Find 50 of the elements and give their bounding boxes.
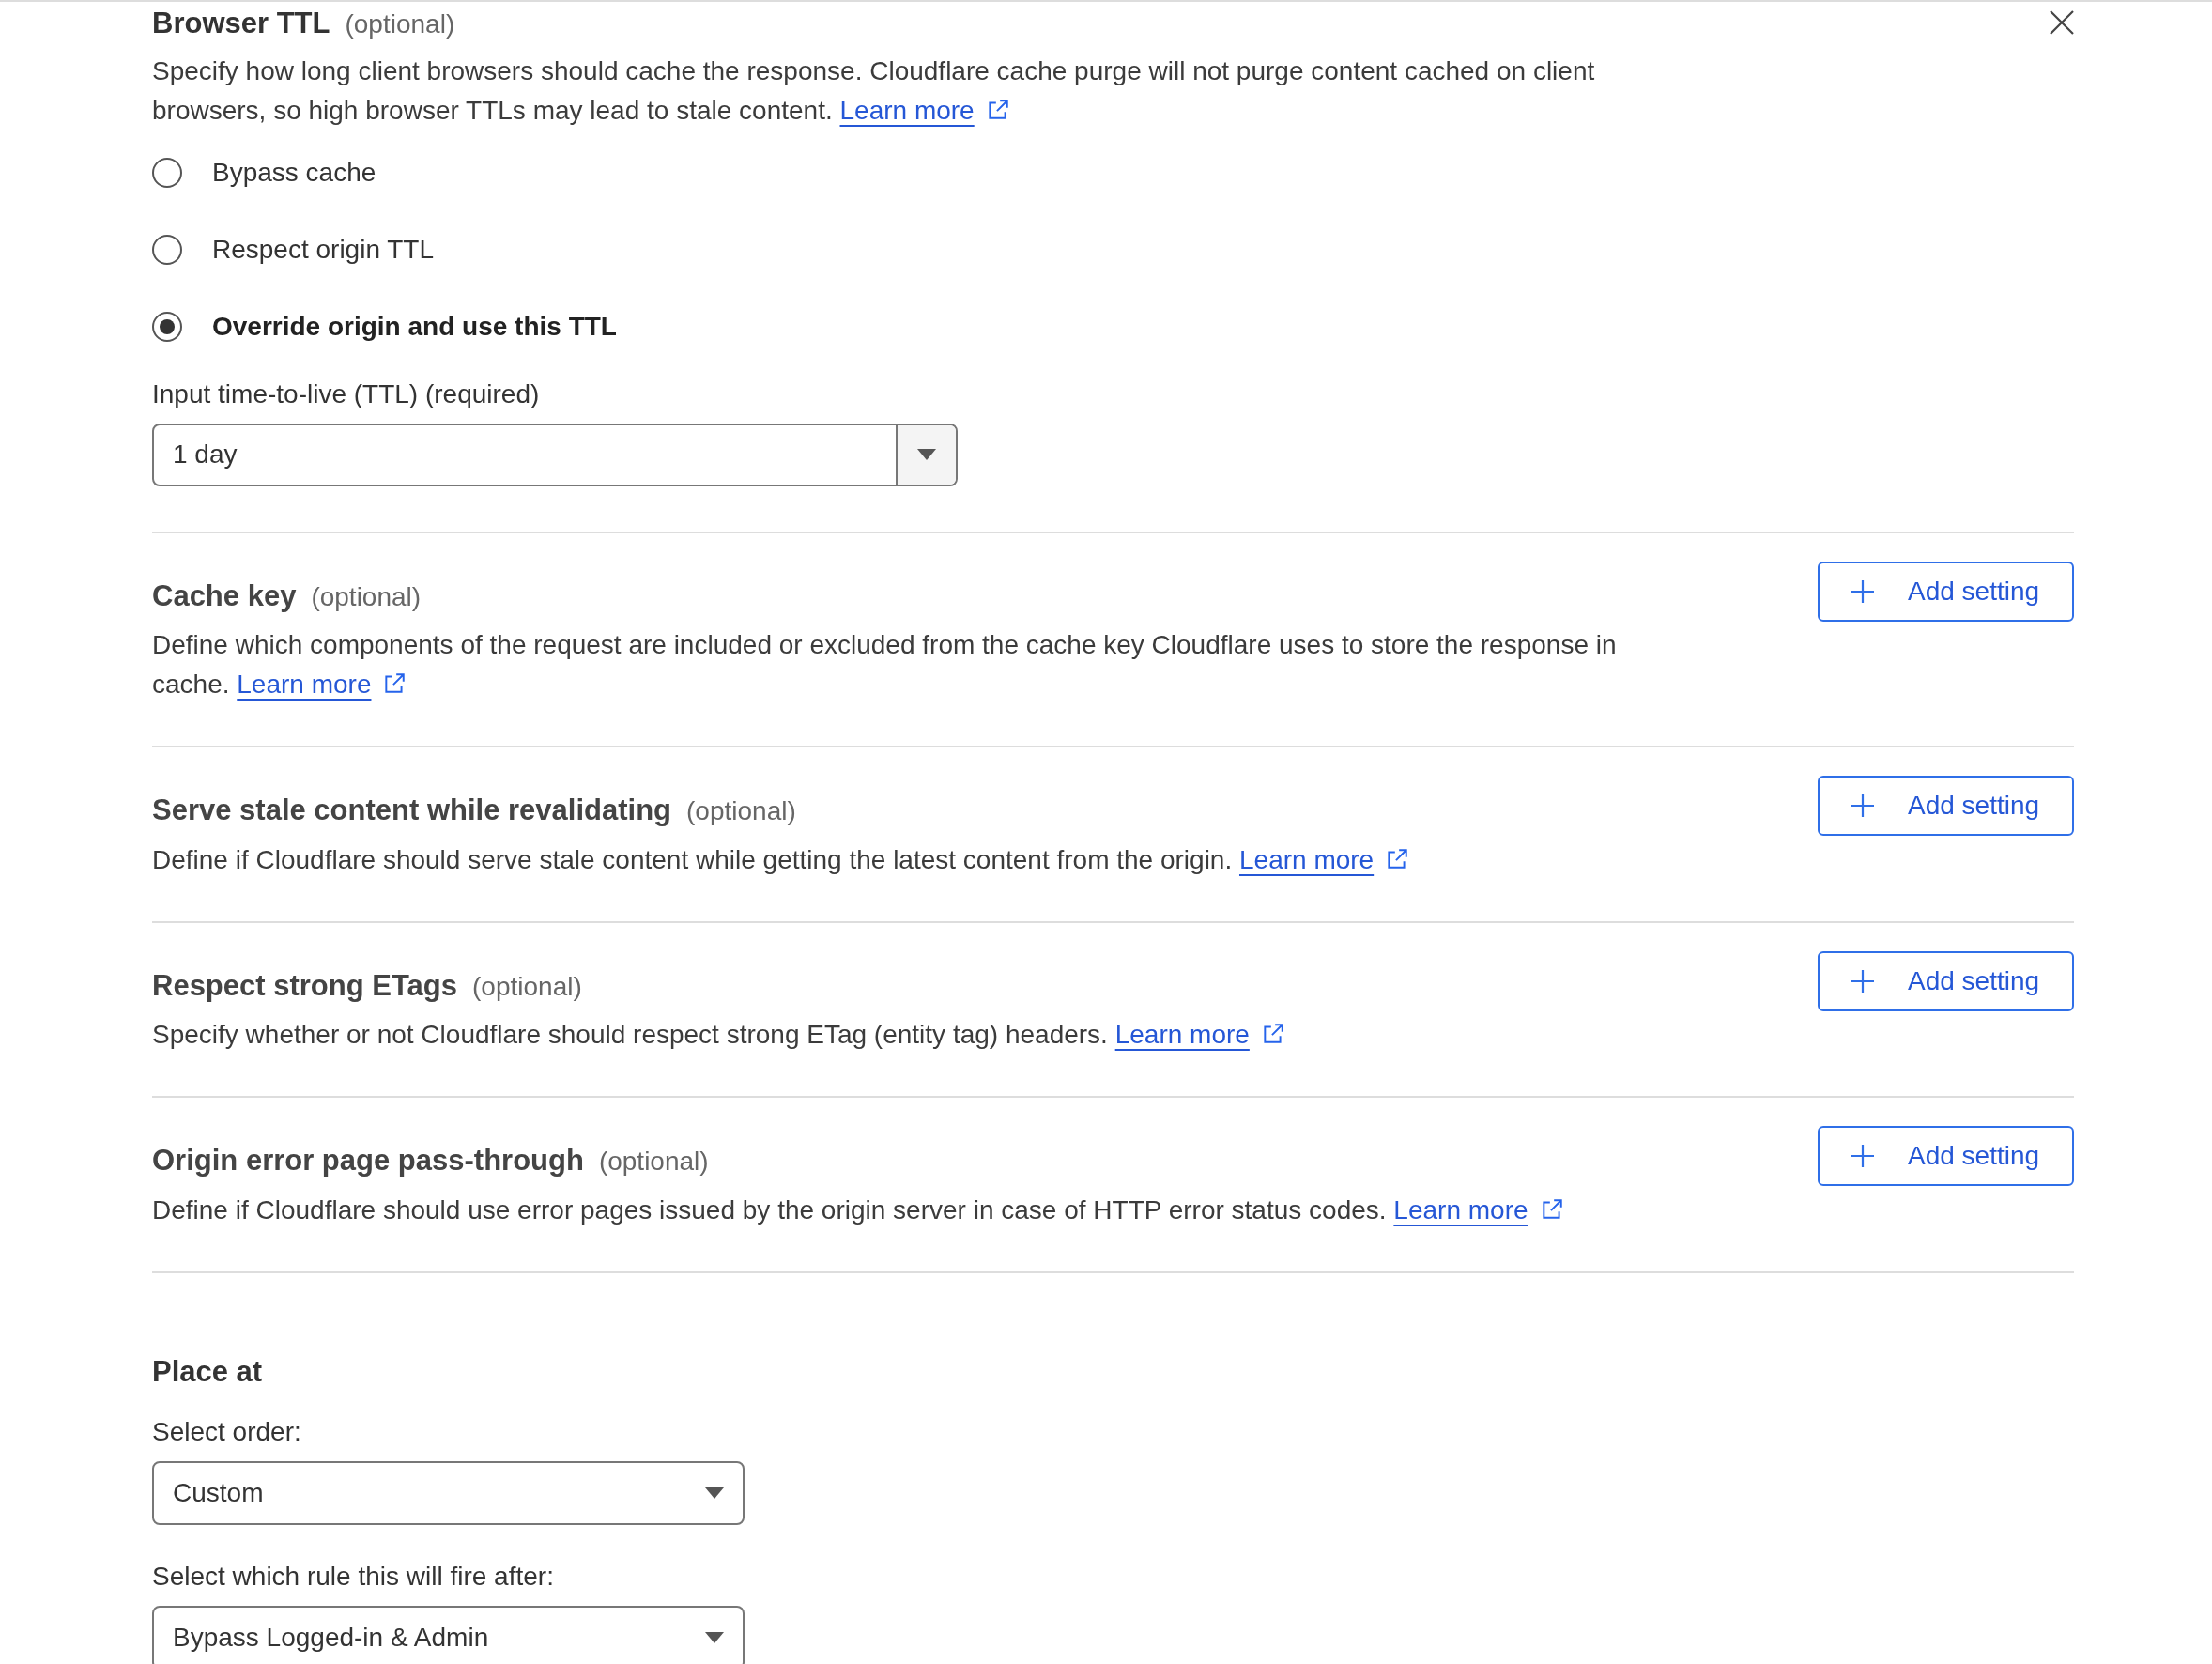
field-label: Select order: <box>152 1416 302 1448</box>
learn-more-link[interactable]: Learn more <box>839 95 975 125</box>
add-setting-button[interactable]: Add setting <box>1818 561 2074 622</box>
optional-label: (optional) <box>686 795 796 827</box>
field-label: Input time-to-live (TTL) (required) <box>152 377 541 410</box>
caret-icon <box>705 1632 724 1643</box>
rule-select[interactable]: Bypass Logged-in & Admin <box>152 1606 745 1664</box>
close-icon[interactable] <box>2049 9 2075 36</box>
caret-icon <box>917 449 936 460</box>
select-value: Custom <box>173 1477 264 1509</box>
optional-label: (optional) <box>598 1146 709 1178</box>
radio-label: Override origin and use this TTL <box>212 310 617 343</box>
radio-button[interactable] <box>152 157 182 188</box>
section-title: Origin error page pass-through <box>152 1143 584 1179</box>
learn-more-link[interactable]: Learn more <box>1239 844 1375 874</box>
optional-label: (optional) <box>472 970 582 1003</box>
radio-button[interactable] <box>152 234 182 265</box>
radio-label: Respect origin TTL <box>212 233 435 266</box>
learn-more-link[interactable]: Learn more <box>237 670 372 699</box>
section-description: Specify how long client browsers should cache the response. Cloudflare cache purge will not purge content cached on client browsers, so high browser TTLs may lead to stale content. Learn more <box>152 54 1596 127</box>
external-link-icon <box>1385 846 1410 871</box>
field-label: Select which rule this will fire after: <box>152 1561 555 1593</box>
caret-icon <box>705 1487 724 1499</box>
add-setting-button[interactable]: Add setting <box>1818 776 2074 836</box>
order-select[interactable]: Custom <box>152 1461 745 1525</box>
radio-label: Bypass cache <box>212 156 376 189</box>
ttl-select[interactable]: 1 day <box>152 423 958 486</box>
select-value: 1 day <box>172 439 238 470</box>
optional-label: (optional) <box>311 580 422 613</box>
radio-button[interactable] <box>152 311 182 342</box>
select-value: Bypass Logged-in & Admin <box>173 1622 489 1654</box>
section-title: Respect strong ETags <box>152 967 457 1004</box>
learn-more-link[interactable]: Learn more <box>1114 1020 1250 1049</box>
section-title: Browser TTL <box>152 6 330 41</box>
plus-icon <box>1851 579 1874 603</box>
section-title: Serve stale content while revalidating <box>152 793 672 828</box>
section-description: Define if Cloudflare should serve stale content while getting the latest content from the origin. Learn more <box>152 840 1410 880</box>
external-link-icon <box>382 671 407 696</box>
add-setting-button[interactable]: Add setting <box>1818 950 2074 1011</box>
plus-icon <box>1851 1145 1874 1167</box>
section-description: Specify whether or not Cloudflare should respect strong ETag (entity tag) headers. Learn more <box>152 1015 1285 1055</box>
section-title: Cache key <box>152 578 297 614</box>
learn-more-link[interactable]: Learn more <box>1393 1194 1528 1225</box>
section-title: Place at <box>152 1353 264 1390</box>
optional-label: (optional) <box>345 8 455 40</box>
add-setting-button[interactable]: Add setting <box>1818 1126 2074 1186</box>
plus-icon <box>1851 794 1874 817</box>
plus-icon <box>1851 969 1874 993</box>
section-description: Define if Cloudflare should use error pages issued by the origin server in case of HTTP error status codes. Learn more <box>152 1190 1564 1230</box>
section-description: Define which components of the request are included or excluded from the cache key Cloudflare uses to store the response in cache. Learn more <box>152 629 1618 701</box>
